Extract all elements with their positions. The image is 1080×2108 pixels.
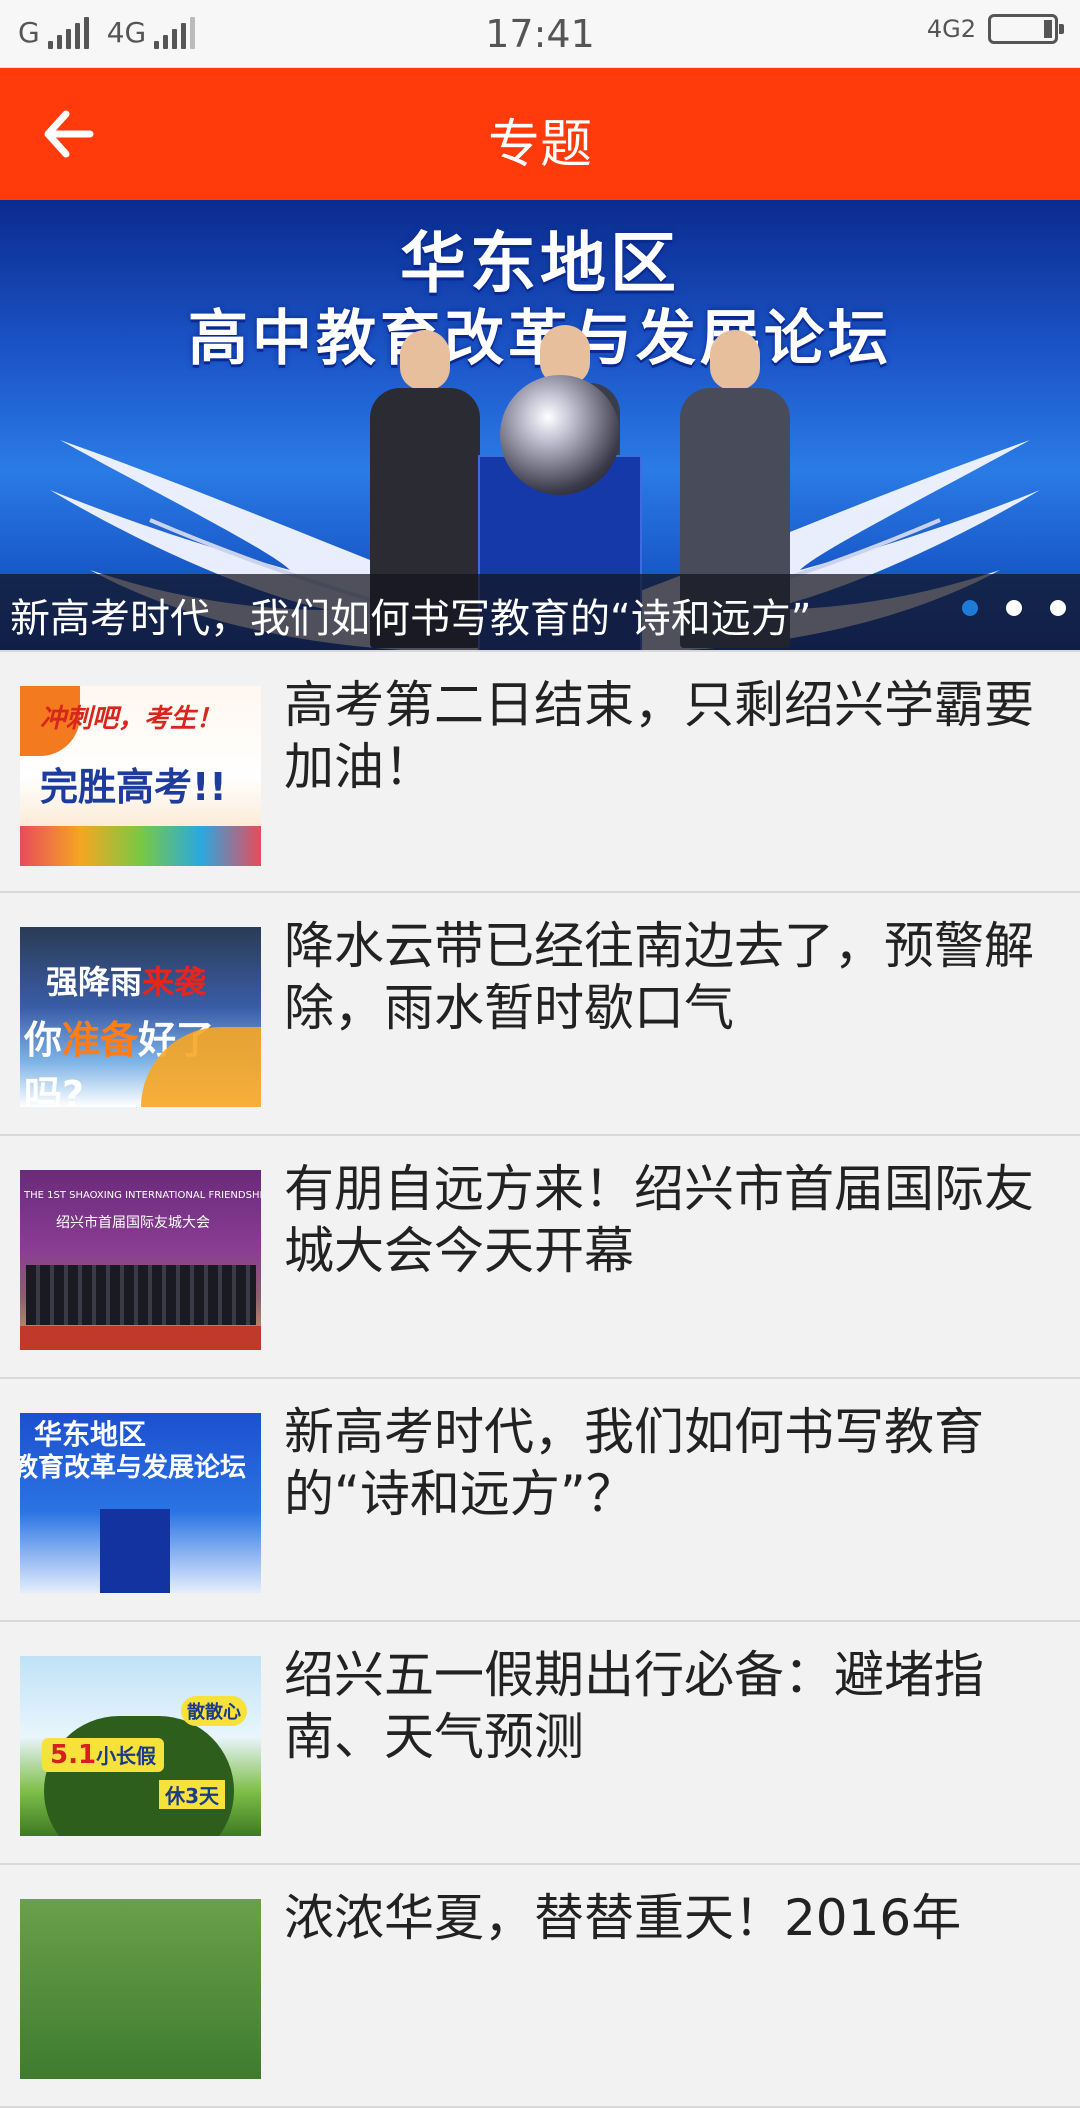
launch-ball-image xyxy=(500,375,620,495)
news-item[interactable]: 冲刺吧，考生！ 完胜高考!! 高考第二日结束，只剩绍兴学霸要加油！ xyxy=(0,650,1080,893)
banner-carousel[interactable]: 华东地区 高中教育改革与发展论坛 新高考时代，我们如何书写教育的“诗和远方” xyxy=(0,200,1080,650)
thumbnail-text: 绍兴市首届国际友城大会 xyxy=(56,1215,210,1231)
thumbnail-text: 完胜高考!! xyxy=(40,765,227,809)
news-title: 有朋自远方来！绍兴市首届国际友城大会今天开幕 xyxy=(284,1160,1034,1280)
news-title: 降水云带已经往南边去了，预警解除，雨水暂时歇口气 xyxy=(284,917,1034,1037)
news-title: 绍兴五一假期出行必备：避堵指南、天气预测 xyxy=(284,1646,984,1766)
app-bar: 专题 xyxy=(0,68,1080,200)
thumbnail-text: 5.1小长假 xyxy=(42,1738,165,1772)
status-time: 17:41 xyxy=(485,12,595,56)
news-thumbnail: 华东地区 教育改革与发展论坛 xyxy=(20,1413,261,1593)
news-item[interactable]: 浓浓华夏，替替重天！2016年 xyxy=(0,1865,1080,2108)
thumbnail-text: THE 1ST SHAOXING INTERNATIONAL FRIENDSHI… xyxy=(24,1190,261,1201)
carousel-indicator xyxy=(962,600,1066,616)
news-thumbnail xyxy=(20,1899,261,2079)
banner-caption-bar: 新高考时代，我们如何书写教育的“诗和远方” xyxy=(0,574,1080,650)
news-item[interactable]: THE 1ST SHAOXING INTERNATIONAL FRIENDSHI… xyxy=(0,1136,1080,1379)
network-indicator: 4G2 xyxy=(926,15,976,43)
news-item[interactable]: 散散心 5.1小长假 休3天 绍兴五一假期出行必备：避堵指南、天气预测 xyxy=(0,1622,1080,1865)
news-list: 冲刺吧，考生！ 完胜高考!! 高考第二日结束，只剩绍兴学霸要加油！ 强降雨来袭 … xyxy=(0,650,1080,2108)
news-thumbnail: 强降雨来袭 你准备好了吗? xyxy=(20,927,261,1107)
carousel-dot[interactable] xyxy=(962,600,978,616)
news-thumbnail: 散散心 5.1小长假 休3天 xyxy=(20,1656,261,1836)
status-right: 4G2 xyxy=(926,14,1064,44)
carousel-dot[interactable] xyxy=(1050,600,1066,616)
thumbnail-text: 教育改革与发展论坛 xyxy=(20,1453,247,1483)
thumbnail-text: 休3天 xyxy=(159,1780,225,1809)
thumbnail-text: 散散心 xyxy=(181,1696,247,1726)
news-title: 新高考时代，我们如何书写教育的“诗和远方”？ xyxy=(284,1403,984,1523)
news-thumbnail: 冲刺吧，考生！ 完胜高考!! xyxy=(20,686,261,866)
news-thumbnail: THE 1ST SHAOXING INTERNATIONAL FRIENDSHI… xyxy=(20,1170,261,1350)
page-title: 专题 xyxy=(487,115,592,175)
carousel-dot[interactable] xyxy=(1006,600,1022,616)
news-item[interactable]: 强降雨来袭 你准备好了吗? 降水云带已经往南边去了，预警解除，雨水暂时歇口气 xyxy=(0,893,1080,1136)
news-item[interactable]: 华东地区 教育改革与发展论坛 新高考时代，我们如何书写教育的“诗和远方”？ xyxy=(0,1379,1080,1622)
banner-caption: 新高考时代，我们如何书写教育的“诗和远方” xyxy=(10,596,812,642)
status-bar: G 4G 17:41 4G2 xyxy=(0,0,1080,68)
news-title: 高考第二日结束，只剩绍兴学霸要加油！ xyxy=(284,676,1034,796)
news-title: 浓浓华夏，替替重天！2016年 xyxy=(284,1889,962,1947)
battery-icon xyxy=(988,14,1064,44)
thumbnail-text: 强降雨来袭 xyxy=(46,963,207,1001)
thumbnail-text: 冲刺吧，考生！ xyxy=(40,704,223,734)
